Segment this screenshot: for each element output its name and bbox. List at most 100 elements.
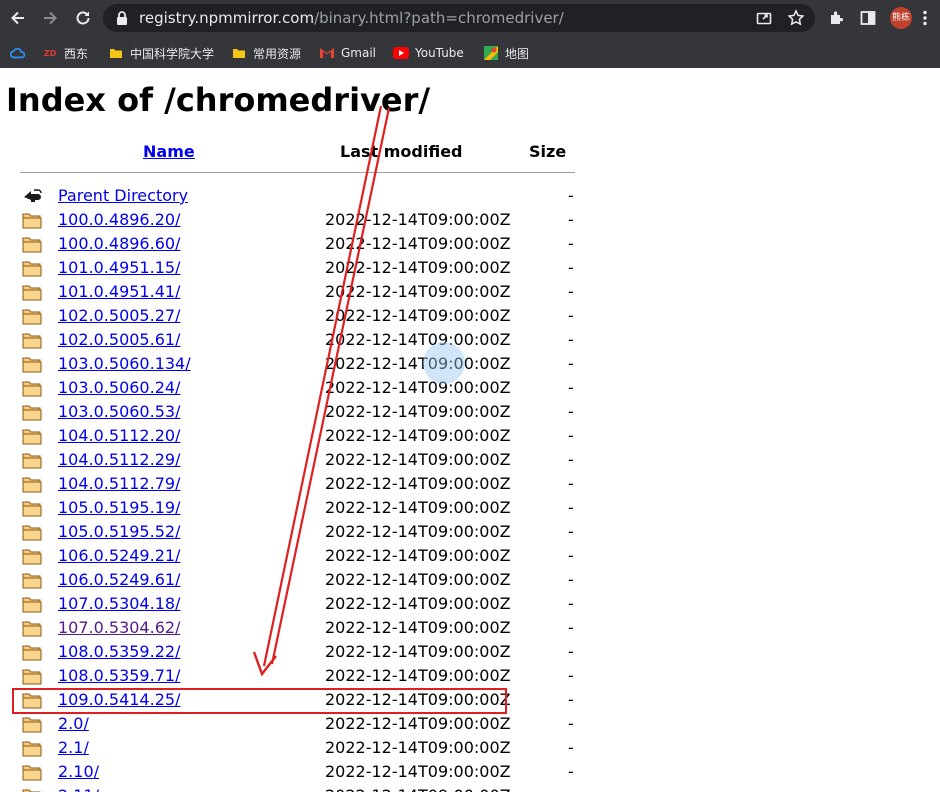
table-row: 103.0.5060.134/2022-12-14T09:00:00Z - [0, 352, 600, 376]
folder-link[interactable]: 105.0.5195.19/ [58, 498, 180, 518]
size-cell: - [568, 642, 574, 661]
bookmark-label: Gmail [341, 46, 377, 60]
last-modified-cell: 2022-12-14T09:00:00Z [325, 306, 511, 325]
address-bar[interactable]: registry.npmmirror.com/binary.html?path=… [103, 4, 815, 32]
sort-by-name-link[interactable]: Name [143, 142, 195, 161]
bookmark-label: 地图 [505, 46, 530, 61]
last-modified-cell: 2022-12-14T09:00:00Z [325, 234, 511, 253]
column-header-name[interactable]: Name [143, 142, 195, 162]
size-cell: - [568, 474, 574, 493]
profile-button[interactable]: 熊栋 [888, 5, 914, 31]
last-modified-cell: 2022-12-14T09:00:00Z [325, 714, 511, 733]
folder-icon [22, 739, 42, 757]
last-modified-cell: 2022-12-14T09:00:00Z [325, 474, 511, 493]
forward-button[interactable] [37, 5, 63, 31]
bookmark-item-5[interactable]: 地图 [483, 43, 529, 63]
reload-button[interactable] [70, 5, 96, 31]
bookmark-item-1[interactable]: 中国科学院大学 [108, 43, 214, 63]
folder-icon [22, 571, 42, 589]
folder-link[interactable]: 100.0.4896.20/ [58, 210, 180, 230]
table-row: 2.11/2022-12-14T09:00:00Z - [0, 784, 600, 792]
folder-icon [22, 403, 42, 421]
folder-link[interactable]: 104.0.5112.79/ [58, 474, 180, 494]
column-header-size: Size [529, 142, 567, 161]
folder-link[interactable]: 101.0.4951.15/ [58, 258, 180, 278]
back-arrow-icon [11, 11, 24, 25]
size-cell: - [568, 762, 574, 781]
folder-link[interactable]: 104.0.5112.20/ [58, 426, 180, 446]
last-modified-cell: 2022-12-14T09:00:00Z [325, 522, 511, 541]
folder-icon [22, 595, 42, 613]
puzzle-icon [831, 11, 844, 24]
folder-link[interactable]: 105.0.5195.52/ [58, 522, 180, 542]
bookmark-item-3[interactable]: Gmail [319, 43, 376, 63]
menu-button[interactable] [914, 5, 936, 31]
folder-link[interactable]: 106.0.5249.61/ [58, 570, 180, 590]
table-row: 2.10/2022-12-14T09:00:00Z - [0, 760, 600, 784]
share-icon [756, 12, 772, 25]
folder-link[interactable]: 104.0.5112.29/ [58, 450, 180, 470]
folder-link[interactable]: 102.0.5005.61/ [58, 330, 180, 350]
folder-link[interactable]: 108.0.5359.71/ [58, 666, 180, 686]
folder-link[interactable]: 107.0.5304.18/ [58, 594, 180, 614]
back-button[interactable] [5, 5, 31, 31]
folder-icon [22, 307, 42, 325]
bookmark-label: 西东 [64, 46, 89, 61]
table-row: 105.0.5195.19/2022-12-14T09:00:00Z - [0, 496, 600, 520]
back-arrow-icon [22, 187, 42, 205]
last-modified-cell: 2022-12-14T09:00:00Z [325, 210, 511, 229]
size-cell: - [568, 618, 574, 637]
folder-link[interactable]: 108.0.5359.22/ [58, 642, 180, 662]
table-row: 102.0.5005.27/2022-12-14T09:00:00Z - [0, 304, 600, 328]
folder-icon [22, 547, 42, 565]
table-row: 105.0.5195.52/2022-12-14T09:00:00Z - [0, 520, 600, 544]
bookmark-item-2[interactable]: 常用资源 [231, 43, 301, 63]
folder-icon [22, 211, 42, 229]
table-row: 104.0.5112.20/2022-12-14T09:00:00Z - [0, 424, 600, 448]
size-cell: - [568, 186, 574, 205]
url-text[interactable]: registry.npmmirror.com/binary.html?path=… [139, 8, 564, 28]
brand-icon: ZD [43, 48, 57, 58]
share-button[interactable] [754, 8, 774, 28]
page-title: Index of /chromedriver/ [6, 81, 431, 119]
folder-link[interactable]: 103.0.5060.134/ [58, 354, 191, 374]
side-panel-button[interactable] [855, 5, 881, 31]
folder-link[interactable]: 103.0.5060.24/ [58, 378, 180, 398]
last-modified-cell: 2022-12-14T09:00:00Z [325, 618, 511, 637]
folder-icon [22, 643, 42, 661]
last-modified-cell: 2022-12-14T09:00:00Z [325, 786, 511, 792]
size-cell: - [568, 594, 574, 613]
bookmark-item-4[interactable]: YouTube [393, 43, 464, 63]
last-modified-cell: 2022-12-14T09:00:00Z [325, 546, 511, 565]
size-cell: - [568, 210, 574, 229]
table-row: 103.0.5060.53/2022-12-14T09:00:00Z - [0, 400, 600, 424]
folder-link[interactable]: 2.1/ [58, 738, 89, 758]
folder-link[interactable]: 102.0.5005.27/ [58, 306, 180, 326]
lock-icon[interactable] [115, 10, 129, 26]
folder-link[interactable]: 106.0.5249.21/ [58, 546, 180, 566]
bookmark-star-button[interactable] [786, 8, 806, 28]
folder-link[interactable]: 2.10/ [58, 762, 99, 782]
table-row: 100.0.4896.60/2022-12-14T09:00:00Z - [0, 232, 600, 256]
youtube-icon [393, 45, 409, 61]
size-cell: - [568, 690, 574, 709]
reload-icon [76, 11, 90, 25]
bookmark-item-0[interactable]: ZD 西东 [42, 43, 88, 63]
url-host: registry.npmmirror.com [139, 9, 315, 27]
size-cell: - [568, 330, 574, 349]
maps-icon [483, 45, 499, 61]
parent-directory-link[interactable]: Parent Directory [58, 186, 188, 206]
bookmark-cloud[interactable] [10, 43, 32, 63]
folder-link[interactable]: 2.11/ [58, 786, 99, 792]
folder-link[interactable]: 100.0.4896.60/ [58, 234, 180, 254]
table-row: 107.0.5304.62/2022-12-14T09:00:00Z - [0, 616, 600, 640]
extensions-button[interactable] [824, 5, 850, 31]
url-path: /binary.html?path=chromedriver/ [314, 9, 564, 27]
folder-link[interactable]: 107.0.5304.62/ [58, 618, 180, 638]
last-modified-cell: 2022-12-14T09:00:00Z [325, 738, 511, 757]
table-row: 103.0.5060.24/2022-12-14T09:00:00Z - [0, 376, 600, 400]
folder-link[interactable]: 103.0.5060.53/ [58, 402, 180, 422]
folder-link[interactable]: 101.0.4951.41/ [58, 282, 180, 302]
folder-link[interactable]: 2.0/ [58, 714, 89, 734]
table-row: 107.0.5304.18/2022-12-14T09:00:00Z - [0, 592, 600, 616]
